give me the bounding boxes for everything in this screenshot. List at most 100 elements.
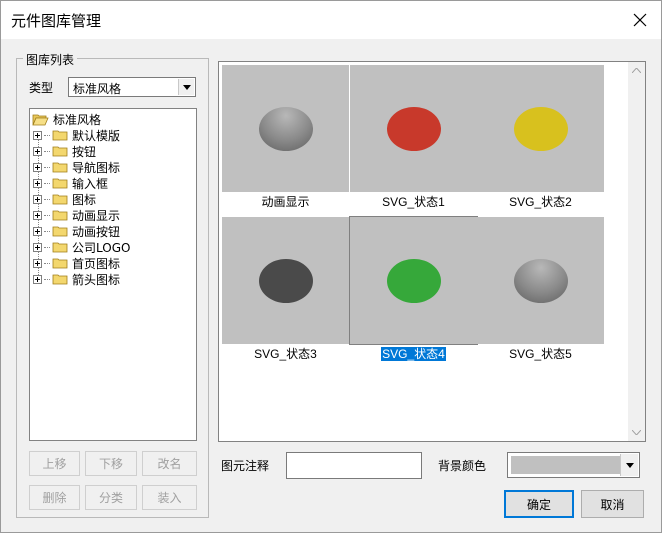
dialog-window: 元件图库管理 图库列表 类型 标准风格 标准风格 默认模版 按钮 导航图标 输入… <box>0 0 662 533</box>
gallery-item-caption[interactable]: SVG_状态2 <box>477 193 604 210</box>
tree-dash <box>44 150 50 152</box>
categorize-button[interactable]: 分类 <box>85 485 137 510</box>
move-up-button[interactable]: 上移 <box>29 451 80 476</box>
tree-item-label: 公司LOGO <box>72 240 131 255</box>
expand-icon[interactable] <box>33 242 42 252</box>
expand-icon[interactable] <box>33 258 42 268</box>
tree-item-buttons[interactable]: 按钮 <box>33 143 96 159</box>
status-dot-icon <box>514 259 568 303</box>
scroll-up-icon[interactable] <box>628 62 645 79</box>
symbol-gallery[interactable]: 动画显示 SVG_状态1 SVG_状态2 SVG_状态3 SVG_状态4 SVG… <box>218 61 646 442</box>
close-icon <box>633 13 647 27</box>
folder-icon <box>52 194 68 205</box>
vertical-scrollbar[interactable] <box>628 62 645 441</box>
gallery-item-caption[interactable]: 动画显示 <box>222 193 349 210</box>
gallery-item-caption[interactable]: SVG_状态5 <box>477 345 604 362</box>
status-dot-icon <box>387 259 441 303</box>
gallery-item-caption[interactable]: SVG_状态1 <box>350 193 477 210</box>
note-label: 图元注释 <box>221 459 270 473</box>
expand-icon[interactable] <box>33 130 42 140</box>
tree-item-arrow-icons[interactable]: 箭头图标 <box>33 271 120 287</box>
folder-icon <box>52 130 68 141</box>
delete-button[interactable]: 删除 <box>29 485 80 510</box>
tree-item-animation-display[interactable]: 动画显示 <box>33 207 120 223</box>
type-label: 类型 <box>29 81 54 95</box>
note-input[interactable] <box>286 452 422 479</box>
tree-item-label: 导航图标 <box>72 160 121 175</box>
move-down-button[interactable]: 下移 <box>85 451 137 476</box>
folder-icon <box>52 178 68 189</box>
color-swatch <box>511 456 620 474</box>
tree-item-label: 图标 <box>72 192 97 207</box>
bg-color-select[interactable] <box>507 452 640 478</box>
status-dot-icon <box>259 259 313 303</box>
expand-icon[interactable] <box>33 162 42 172</box>
tree-item-label: 首页图标 <box>72 256 121 271</box>
tree-item-label: 动画显示 <box>72 208 121 223</box>
title-bar: 元件图库管理 <box>1 1 661 39</box>
type-select[interactable]: 标准风格 <box>68 77 196 97</box>
tree-item-input-box[interactable]: 输入框 <box>33 175 108 191</box>
window-title: 元件图库管理 <box>11 12 102 30</box>
status-dot-icon <box>514 107 568 151</box>
tree-dash <box>44 230 50 232</box>
expand-icon[interactable] <box>33 194 42 204</box>
tree-item-label: 默认模版 <box>72 128 121 143</box>
tree-item-animation-buttons[interactable]: 动画按钮 <box>33 223 120 239</box>
tree-item-label: 按钮 <box>72 144 97 159</box>
folder-icon <box>52 210 68 221</box>
tree-dash <box>44 182 50 184</box>
expand-icon[interactable] <box>33 226 42 236</box>
bg-color-label: 背景颜色 <box>438 459 487 473</box>
tree-dash <box>44 166 50 168</box>
tree-dash <box>44 262 50 264</box>
gallery-item-thumb[interactable] <box>222 65 349 192</box>
tree-dash <box>44 198 50 200</box>
chevron-down-icon[interactable] <box>620 454 638 476</box>
ok-button[interactable]: 确定 <box>504 490 574 518</box>
folder-icon <box>52 146 68 157</box>
folder-icon <box>52 258 68 269</box>
library-list-title: 图库列表 <box>23 51 78 68</box>
gallery-item-caption[interactable]: SVG_状态3 <box>222 345 349 362</box>
folder-icon <box>52 242 68 253</box>
load-button[interactable]: 装入 <box>142 485 197 510</box>
gallery-item-caption-selected[interactable]: SVG_状态4 <box>350 345 477 362</box>
gallery-item-thumb-selected[interactable] <box>349 216 478 345</box>
tree-item-icons[interactable]: 图标 <box>33 191 96 207</box>
tree-item-home-icons[interactable]: 首页图标 <box>33 255 120 271</box>
tree-item-label: 箭头图标 <box>72 272 121 287</box>
tree-item-company-logo[interactable]: 公司LOGO <box>33 239 130 255</box>
status-dot-icon <box>259 107 313 151</box>
gallery-item-thumb[interactable] <box>477 217 604 344</box>
tree-item-label: 输入框 <box>72 176 109 191</box>
folder-icon <box>52 226 68 237</box>
chevron-down-icon[interactable] <box>178 79 194 95</box>
close-button[interactable] <box>625 5 655 35</box>
folder-open-icon <box>32 114 49 125</box>
tree-root[interactable]: 标准风格 <box>32 111 101 127</box>
tree-dash <box>44 246 50 248</box>
tree-dash <box>44 134 50 136</box>
expand-icon[interactable] <box>33 146 42 156</box>
tree-item-nav-icons[interactable]: 导航图标 <box>33 159 120 175</box>
folder-icon <box>52 274 68 285</box>
tree-item-label: 动画按钮 <box>72 224 121 239</box>
type-select-value: 标准风格 <box>73 82 122 96</box>
tree-dash <box>44 278 50 280</box>
gallery-item-thumb[interactable] <box>350 65 477 192</box>
status-dot-icon <box>387 107 441 151</box>
tree-root-label: 标准风格 <box>53 112 102 127</box>
folder-icon <box>52 162 68 173</box>
expand-icon[interactable] <box>33 178 42 188</box>
library-tree[interactable]: 标准风格 默认模版 按钮 导航图标 输入框 图标 动画显示 动画按钮 公司LOG… <box>29 108 197 441</box>
cancel-button[interactable]: 取消 <box>581 490 644 518</box>
scroll-down-icon[interactable] <box>628 424 645 441</box>
gallery-item-thumb[interactable] <box>222 217 349 344</box>
expand-icon[interactable] <box>33 274 42 284</box>
gallery-item-thumb[interactable] <box>477 65 604 192</box>
expand-icon[interactable] <box>33 210 42 220</box>
tree-dash <box>44 214 50 216</box>
rename-button[interactable]: 改名 <box>142 451 197 476</box>
tree-item-default-template[interactable]: 默认模版 <box>33 127 120 143</box>
